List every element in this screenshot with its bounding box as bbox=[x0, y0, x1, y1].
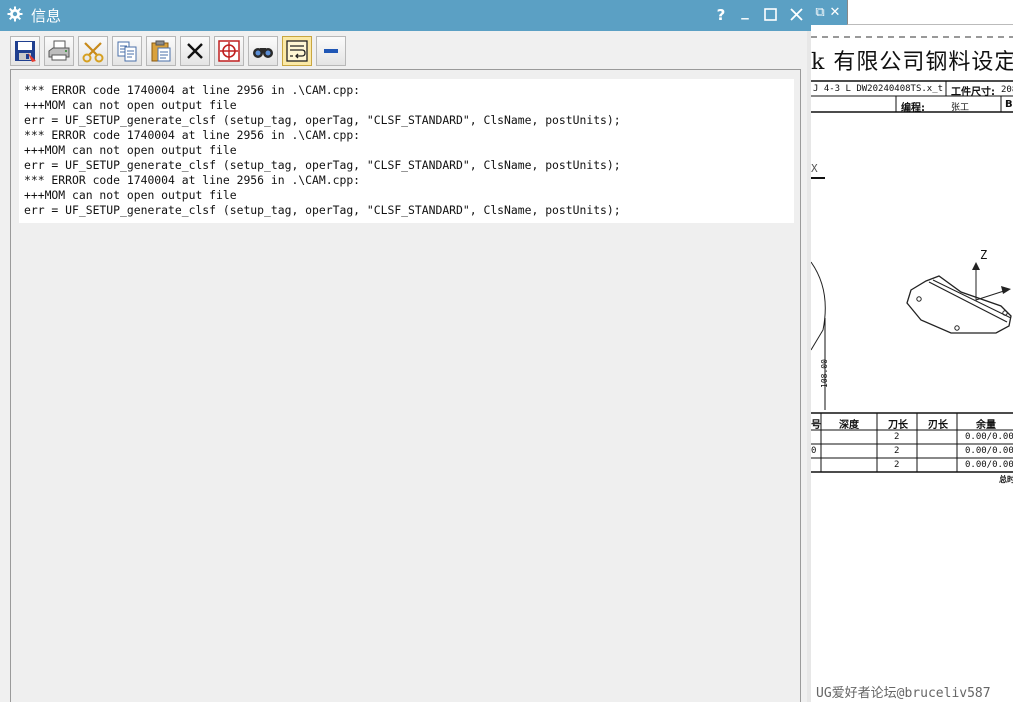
axis-z-label: Z bbox=[980, 248, 988, 262]
minimize-button[interactable]: _ bbox=[735, 0, 755, 22]
programmer-label: 编程: bbox=[901, 103, 925, 114]
output-panel: *** ERROR code 1740004 at line 2956 in .… bbox=[10, 69, 801, 702]
table-cell: 2 bbox=[894, 460, 900, 470]
wrap-button[interactable] bbox=[282, 36, 312, 66]
window-title: 信息 bbox=[31, 7, 62, 25]
close-button[interactable] bbox=[786, 4, 806, 26]
output-line: *** ERROR code 1740004 at line 2956 in .… bbox=[24, 173, 361, 187]
work-size-value: 208 bbox=[1001, 85, 1013, 95]
output-line: +++MOM can not open output file bbox=[24, 98, 237, 112]
footer-text: 总时 bbox=[999, 475, 1013, 484]
delete-button[interactable] bbox=[180, 36, 210, 66]
table-cell: 2 bbox=[894, 432, 900, 442]
output-line: +++MOM can not open output file bbox=[24, 143, 237, 157]
programmer-value: 张工 bbox=[951, 103, 970, 113]
work-size-label: 工件尺寸: bbox=[951, 87, 995, 98]
output-line: +++MOM can not open output file bbox=[24, 188, 237, 202]
table-cell: 0 bbox=[811, 446, 817, 456]
output-line: err = UF_SETUP_generate_clsf (setup_tag,… bbox=[24, 203, 621, 217]
save-icon bbox=[15, 41, 36, 62]
column-b-label: B bbox=[1005, 99, 1013, 110]
target-icon bbox=[218, 40, 240, 62]
output-line: *** ERROR code 1740004 at line 2956 in .… bbox=[24, 83, 361, 97]
table-header: 刀长 bbox=[888, 420, 908, 431]
delete-icon bbox=[187, 43, 203, 59]
table-header: 余量 bbox=[976, 420, 996, 431]
minus-icon bbox=[324, 49, 338, 53]
output-line: *** ERROR code 1740004 at line 2956 in .… bbox=[24, 128, 361, 142]
collapse-button[interactable] bbox=[316, 36, 346, 66]
help-button[interactable]: ? bbox=[711, 4, 731, 26]
print-icon bbox=[48, 40, 70, 61]
find-button[interactable] bbox=[248, 36, 278, 66]
print-button[interactable] bbox=[44, 36, 74, 66]
target-button[interactable] bbox=[214, 36, 244, 66]
table-cell: 0.00/0.00 bbox=[965, 446, 1013, 456]
info-window: 信息 ? _ *** ERROR code 1740004 at line 29… bbox=[0, 0, 811, 702]
copy-button[interactable] bbox=[112, 36, 142, 66]
wrap-icon bbox=[286, 40, 308, 62]
table-cell: 2 bbox=[894, 446, 900, 456]
table-header: 深度 bbox=[839, 420, 859, 431]
save-button[interactable] bbox=[10, 36, 40, 66]
find-icon bbox=[253, 48, 273, 58]
document-title: k 有限公司钢料设定单 bbox=[811, 50, 1013, 75]
paste-icon bbox=[151, 40, 171, 62]
maximize-button[interactable] bbox=[760, 4, 780, 26]
toolbar bbox=[0, 31, 811, 69]
table-header: 号 bbox=[811, 420, 821, 431]
file-name: J 4-3 L DW20240408TS.x_t bbox=[813, 84, 944, 94]
title-bar[interactable]: 信息 ? _ bbox=[0, 0, 811, 31]
close-icon bbox=[789, 8, 803, 21]
output-line: err = UF_SETUP_generate_clsf (setup_tag,… bbox=[24, 113, 621, 127]
background-document: ⧉ ✕ k 有限公司钢料设定单 J 4-3 L DW2024040 bbox=[811, 0, 1013, 702]
paste-button[interactable] bbox=[146, 36, 176, 66]
copy-icon bbox=[117, 41, 137, 62]
gear-icon[interactable] bbox=[7, 6, 23, 22]
cut-icon bbox=[82, 42, 104, 63]
output-line: err = UF_SETUP_generate_clsf (setup_tag,… bbox=[24, 158, 621, 172]
cut-button[interactable] bbox=[78, 36, 108, 66]
dimension-label: 108.00 bbox=[820, 359, 829, 388]
axis-x-label: X bbox=[811, 162, 818, 175]
table-cell: 0.00/0.00 bbox=[965, 432, 1013, 442]
table-header: 刃长 bbox=[928, 420, 948, 431]
maximize-icon bbox=[763, 8, 777, 21]
table-cell: 0.00/0.00 bbox=[965, 460, 1013, 470]
watermark: UG爱好者论坛@bruceliv587 bbox=[816, 686, 991, 701]
output-text[interactable]: *** ERROR code 1740004 at line 2956 in .… bbox=[19, 79, 794, 223]
